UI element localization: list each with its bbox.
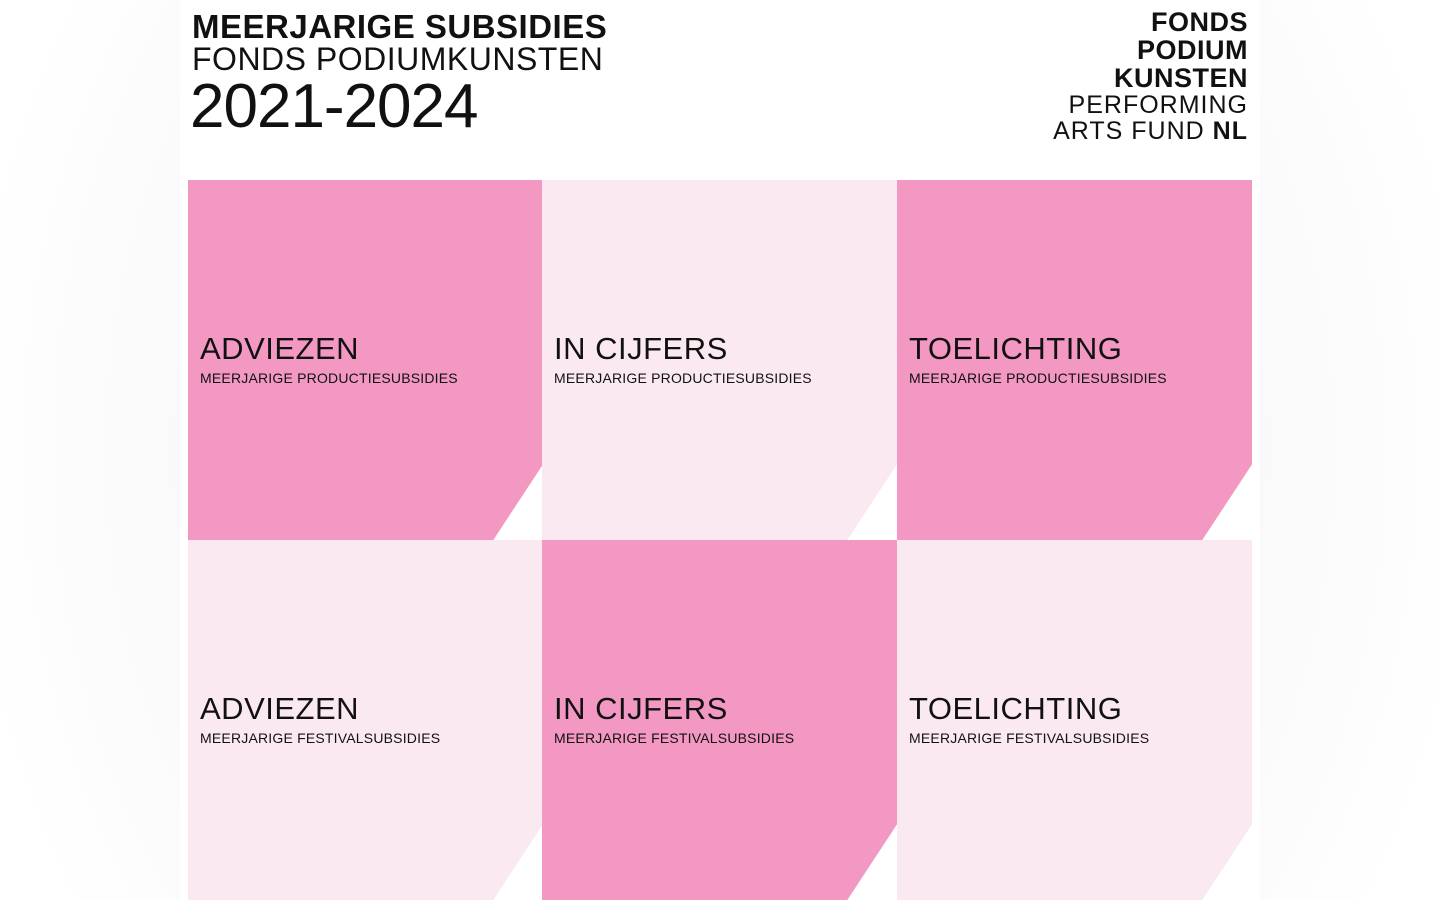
logo-line-kunsten: KUNSTEN <box>1113 63 1248 93</box>
tile-in-cijfers-festival[interactable]: IN CIJFERS MEERJARIGE FESTIVALSUBSIDIES <box>542 540 897 900</box>
period-years: 2021-2024 <box>190 72 478 141</box>
fonds-podiumkunsten-logo[interactable]: FONDS PODIUM KUNSTEN PERFORMING ARTS FUN… <box>1053 8 1248 144</box>
tile-grid: ADVIEZEN MEERJARIGE PRODUCTIESUBSIDIES I… <box>188 180 1252 900</box>
logo-nl-text: NL <box>1212 117 1248 145</box>
tile-sublabel: MEERJARIGE FESTIVALSUBSIDIES <box>200 730 441 746</box>
logo-arts-fund-text: ARTS FUND <box>1053 117 1213 145</box>
logo-line-arts-fund: ARTS FUND NL <box>1053 118 1248 144</box>
tile-sublabel: MEERJARIGE PRODUCTIESUBSIDIES <box>909 370 1167 386</box>
tile-toelichting-festival[interactable]: TOELICHTING MEERJARIGE FESTIVALSUBSIDIES <box>897 540 1252 900</box>
tile-label: TOELICHTING <box>909 691 1123 726</box>
tile-label: ADVIEZEN <box>200 331 360 366</box>
tile-sublabel: MEERJARIGE FESTIVALSUBSIDIES <box>554 730 795 746</box>
logo-line-podium: PODIUM <box>1137 35 1248 65</box>
tile-label: IN CIJFERS <box>554 331 728 366</box>
tile-label: IN CIJFERS <box>554 691 728 726</box>
tile-label: TOELICHTING <box>909 331 1123 366</box>
tile-sublabel: MEERJARIGE PRODUCTIESUBSIDIES <box>554 370 812 386</box>
tile-sublabel: MEERJARIGE FESTIVALSUBSIDIES <box>909 730 1150 746</box>
page-subtitle: FONDS PODIUMKUNSTEN <box>192 41 604 77</box>
logo-line-fonds: FONDS <box>1151 7 1248 37</box>
logo-line-performing: PERFORMING <box>1068 91 1248 119</box>
tile-label: ADVIEZEN <box>200 691 360 726</box>
tile-toelichting-productie[interactable]: TOELICHTING MEERJARIGE PRODUCTIESUBSIDIE… <box>897 180 1252 540</box>
tile-sublabel: MEERJARIGE PRODUCTIESUBSIDIES <box>200 370 458 386</box>
tile-in-cijfers-productie[interactable]: IN CIJFERS MEERJARIGE PRODUCTIESUBSIDIES <box>542 180 897 540</box>
tile-adviezen-productie[interactable]: ADVIEZEN MEERJARIGE PRODUCTIESUBSIDIES <box>188 180 543 540</box>
main-container: MEERJARIGE SUBSIDIES FONDS PODIUMKUNSTEN… <box>180 0 1260 900</box>
page-title: MEERJARIGE SUBSIDIES <box>192 8 608 45</box>
tile-adviezen-festival[interactable]: ADVIEZEN MEERJARIGE FESTIVALSUBSIDIES <box>188 540 543 900</box>
